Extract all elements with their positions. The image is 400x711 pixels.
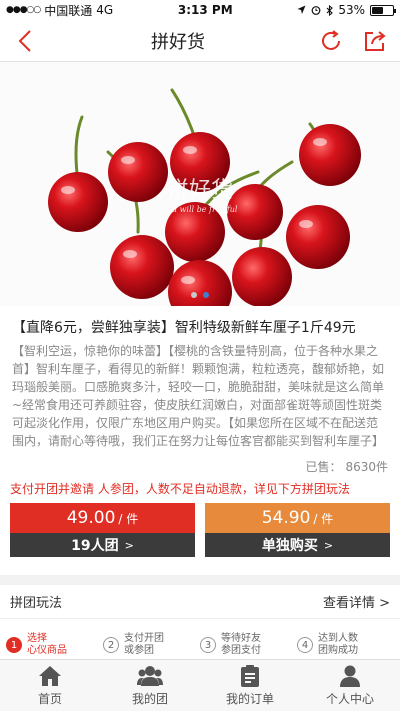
nav-bar: 拼好货 bbox=[0, 20, 400, 62]
step-line1: 支付开团 bbox=[124, 633, 164, 644]
watermark-text: 拼好货 bbox=[167, 178, 233, 203]
tab-my-group[interactable]: 我的团 bbox=[100, 660, 200, 711]
page-title: 拼好货 bbox=[151, 31, 205, 53]
group-price-area: 49.00 / 件 bbox=[10, 503, 195, 533]
share-button[interactable] bbox=[360, 26, 390, 56]
tab-my-orders[interactable]: 我的订单 bbox=[200, 660, 300, 711]
clock: 3:13 PM bbox=[177, 3, 233, 17]
step-text: 达到人数 团购成功 bbox=[318, 633, 358, 657]
step-line2: 或参团 bbox=[124, 645, 154, 656]
tab-home[interactable]: 首页 bbox=[0, 660, 100, 711]
view-details-link[interactable]: 查看详情 > bbox=[323, 592, 390, 611]
single-price-area: 54.90 / 件 bbox=[205, 503, 390, 533]
group-unit: / 件 bbox=[118, 511, 139, 526]
back-icon bbox=[18, 29, 31, 52]
carrier-label: 中国联通 bbox=[44, 3, 93, 18]
product-title: 【直降6元，尝鲜独享装】智利特级新鲜车厘子1斤49元 bbox=[12, 320, 356, 336]
watermark-subtext: you will be fruitful bbox=[162, 205, 238, 214]
step-line2: 团购成功 bbox=[318, 645, 358, 656]
step-text: 支付开团 或参团 bbox=[124, 633, 164, 657]
single-unit: / 件 bbox=[313, 511, 334, 526]
group-buy-button[interactable]: 49.00 / 件 19人团 > bbox=[10, 503, 195, 557]
section-divider bbox=[0, 575, 400, 585]
sold-value: 8630件 bbox=[345, 460, 388, 474]
step-number: 1 bbox=[6, 637, 22, 653]
tab-label-profile: 个人中心 bbox=[325, 691, 374, 706]
step-line2: 心仪商品 bbox=[27, 645, 67, 656]
chevron-right-icon: > bbox=[124, 538, 134, 552]
battery-percent: 53% bbox=[338, 3, 365, 17]
status-bar: ●●●○○ 中国联通 4G 3:13 PM 53% bbox=[0, 0, 400, 20]
bluetooth-icon bbox=[326, 4, 334, 16]
battery-fill bbox=[372, 6, 383, 14]
tab-label-my-orders: 我的订单 bbox=[225, 691, 274, 706]
step-text: 等待好友 参团支付 bbox=[221, 633, 261, 657]
group-icon bbox=[137, 665, 163, 686]
carousel-indicator bbox=[0, 292, 400, 298]
alarm-icon bbox=[311, 6, 321, 15]
single-buy-label-area: 单独购买 > bbox=[205, 533, 390, 557]
step-text: 选择 心仪商品 bbox=[27, 633, 67, 657]
step-line2: 参团支付 bbox=[221, 645, 261, 656]
step-line1: 等待好友 bbox=[221, 633, 261, 644]
share-icon bbox=[365, 30, 386, 51]
group-rules-header: 拼团玩法 查看详情 > bbox=[0, 585, 400, 619]
group-rule-notice: 支付开团并邀请 人参团，人数不足自动退款，详见下方拼团玩法 bbox=[10, 482, 350, 496]
refresh-icon bbox=[322, 29, 340, 50]
product-description: 【智利空运，惊艳你的味蕾】【樱桃的含铁量特别高，位于各种水果之首】智利车厘子，看… bbox=[12, 344, 385, 448]
screen: ●●●○○ 中国联通 4G 3:13 PM 53% 拼好货 拼好货 you wi… bbox=[0, 0, 400, 711]
single-buy-label: 单独购买 bbox=[261, 538, 318, 554]
chevron-right-icon: > bbox=[323, 538, 334, 552]
person-icon bbox=[340, 665, 360, 687]
sold-count: 已售： 8630件 bbox=[0, 450, 400, 481]
cherries-image: 拼好货 you will be fruitful bbox=[0, 62, 400, 306]
rule-step: 4 达到人数 团购成功 bbox=[297, 629, 394, 661]
group-buy-label-area: 19人团 > bbox=[10, 533, 195, 557]
carousel-dot[interactable] bbox=[203, 292, 209, 298]
group-price: 49.00 bbox=[66, 508, 116, 528]
product-image-carousel[interactable]: 拼好货 you will be fruitful bbox=[0, 62, 400, 306]
single-buy-button[interactable]: 54.90 / 件 单独购买 > bbox=[205, 503, 390, 557]
network-label: 4G bbox=[96, 3, 114, 17]
group-rules-title: 拼团玩法 bbox=[10, 596, 63, 611]
back-button[interactable] bbox=[10, 26, 40, 56]
location-icon bbox=[297, 5, 306, 14]
step-line1: 选择 bbox=[27, 633, 47, 644]
tab-profile[interactable]: 个人中心 bbox=[300, 660, 400, 711]
single-price: 54.90 bbox=[261, 508, 311, 528]
battery-icon bbox=[370, 4, 396, 16]
step-line1: 达到人数 bbox=[318, 633, 358, 644]
signal-icon: ●●●○○ bbox=[6, 5, 41, 15]
home-icon bbox=[39, 665, 61, 686]
step-number: 4 bbox=[297, 637, 313, 653]
refresh-button[interactable] bbox=[316, 26, 346, 56]
order-icon bbox=[241, 664, 259, 687]
step-number: 3 bbox=[200, 637, 216, 653]
sold-label: 已售： bbox=[305, 460, 342, 474]
tab-label-my-group: 我的团 bbox=[131, 691, 168, 706]
tab-label-home: 首页 bbox=[37, 691, 62, 706]
rule-step: 1 选择 心仪商品 bbox=[6, 629, 103, 661]
rule-step: 2 支付开团 或参团 bbox=[103, 629, 200, 661]
group-buy-label: 19人团 bbox=[71, 538, 119, 554]
rule-step: 3 等待好友 参团支付 bbox=[200, 629, 297, 661]
tab-bar: 首页 我的团 我的订单 个人中心 bbox=[0, 659, 400, 711]
carousel-dot[interactable] bbox=[191, 292, 197, 298]
buy-options: 49.00 / 件 19人团 > 54.90 / 件 单独购买 > bbox=[0, 497, 400, 557]
step-number: 2 bbox=[103, 637, 119, 653]
